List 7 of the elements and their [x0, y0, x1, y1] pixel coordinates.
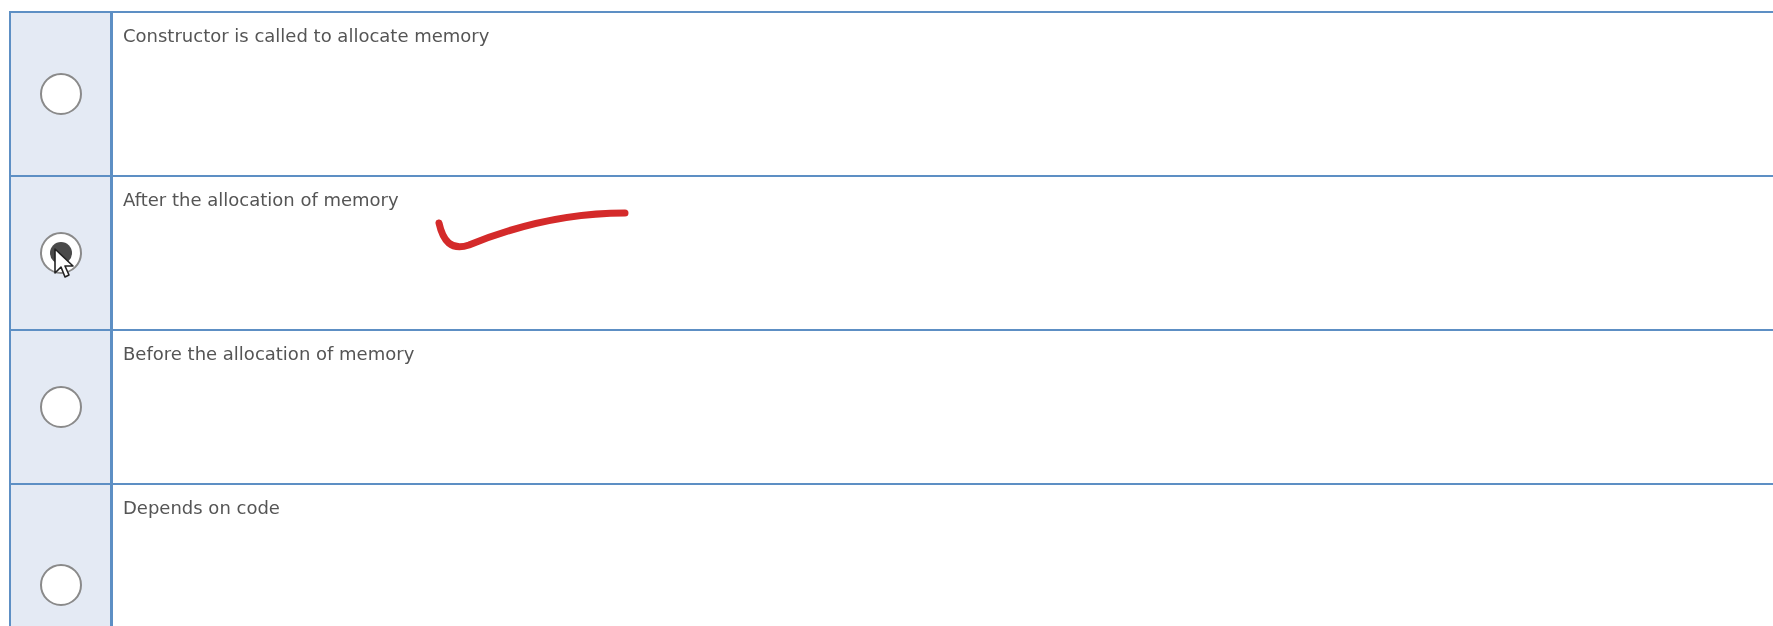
option-label: Constructor is called to allocate memory	[123, 25, 490, 46]
option-label: Before the allocation of memory	[123, 343, 415, 364]
option-label: After the allocation of memory	[123, 189, 399, 210]
radio-button[interactable]	[39, 564, 82, 606]
radio-button[interactable]	[39, 386, 82, 428]
radio-button[interactable]	[39, 73, 82, 115]
option-label: Depends on code	[123, 497, 280, 518]
